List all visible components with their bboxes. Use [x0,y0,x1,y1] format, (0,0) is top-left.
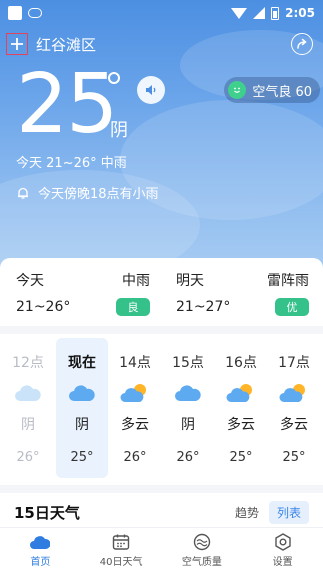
cloud-notification-icon [28,8,42,18]
hour-temperature: 25° [70,450,94,465]
degree-symbol [108,72,120,84]
hourly-item-now: 现在 阴 25° [56,338,108,478]
nav-air-quality[interactable]: 空气质量 [162,528,243,572]
hour-condition: 阴 [181,417,195,433]
partly-cloudy-icon [120,382,150,404]
hour-temperature: 26° [123,450,147,465]
nav-home[interactable]: 首页 [0,528,81,572]
bell-icon [18,187,28,199]
hour-time: 15点 [172,355,204,371]
tab-list[interactable]: 列表 [268,500,309,524]
view-toggle: 趋势 列表 [227,500,309,524]
smile-face-icon [228,81,247,99]
status-time: 2:05 [285,6,315,20]
nav-40-day[interactable]: 40日天气 [81,528,162,572]
hour-condition: 多云 [227,417,255,433]
aq-badge: 良 [116,298,150,316]
top-bar: 红谷滩区 [6,30,313,58]
hour-condition: 多云 [280,417,308,433]
hour-temperature: 26° [16,450,40,465]
partly-cloudy-icon [226,382,256,404]
plus-icon [11,38,23,50]
nav-label: 首页 [30,556,51,568]
section-title: 15日天气 [14,503,80,522]
current-temperature: 25 [16,57,118,152]
nav-label: 40日天气 [99,556,143,568]
share-button[interactable] [291,33,313,55]
forecast-tomorrow[interactable]: 明天 雷阵雨 21~27° 优 [176,268,309,316]
partly-cloudy-icon [279,382,309,404]
hour-time: 14点 [119,355,151,371]
hourly-item: 15点 阴 26° [162,338,214,478]
home-icon [30,535,51,549]
signal-icon [253,7,266,19]
hourly-item: 12点 阴 26° [2,338,54,478]
add-city-button[interactable] [6,33,28,55]
hourly-item: 17点 多云 25° [268,338,320,478]
current-condition: 阴 [110,120,128,141]
hourly-item: 14点 多云 26° [109,338,161,478]
fifteen-day-header: 15日天气 趋势 列表 [0,497,323,527]
nav-label: 设置 [272,556,293,568]
notification-icon [8,6,22,20]
two-day-forecast: 今天 中雨 21~26° 良 明天 雷阵雨 21~27° 优 [0,258,323,328]
nav-settings[interactable]: 设置 [242,528,323,572]
hour-time: 16点 [225,355,257,371]
hour-condition: 阴 [21,417,35,433]
bottom-navigation: 首页 40日天气 空气质量 设置 [0,527,323,572]
calendar-icon [112,534,130,550]
forecast-temps: 21~26° [16,299,71,315]
weather-hero: 2:05 红谷滩区 25 阴 空气良 60 今天 21~26° 中雨 今天傍晚1… [0,0,323,275]
air-quality-label: 空气良 60 [252,84,312,100]
forecast-temps: 21~27° [176,299,231,315]
forecast-day-label: 今天 [16,273,44,289]
hour-time: 17点 [278,355,310,371]
hour-temperature: 25° [282,450,306,465]
hour-condition: 阴 [75,417,89,433]
forecast-weather: 雷阵雨 [267,273,309,289]
air-quality-icon [193,533,211,550]
nav-label: 空气质量 [181,556,222,568]
hour-temperature: 26° [176,450,200,465]
today-summary: 今天 21~26° 中雨 [16,156,127,171]
forecast-day-label: 明天 [176,273,204,289]
hourly-item: 16点 多云 25° [215,338,267,478]
settings-icon [274,532,291,551]
hourly-forecast[interactable]: 12点 阴 26° 现在 阴 25° 14点 多云 26° 15点 阴 26° … [0,338,323,478]
cloud-icon [173,382,203,404]
share-icon [297,38,307,49]
forecast-today[interactable]: 今天 中雨 21~26° 良 [16,268,150,316]
city-name[interactable]: 红谷滩区 [36,34,96,55]
hour-time: 现在 [68,355,96,371]
aq-badge: 优 [275,298,309,316]
battery-icon [271,6,280,20]
status-bar: 2:05 [0,0,323,26]
voice-broadcast-button[interactable] [137,76,165,104]
hour-temperature: 25° [229,450,253,465]
hour-condition: 多云 [121,417,149,433]
wifi-icon [231,7,248,19]
forecast-weather: 中雨 [122,273,150,289]
section-divider [0,485,323,493]
section-divider [0,326,323,334]
rain-alert[interactable]: 今天傍晚18点有小雨 [16,183,159,202]
air-quality-badge[interactable]: 空气良 60 [224,77,320,103]
rain-alert-text: 今天傍晚18点有小雨 [38,187,159,202]
cloud-icon [67,382,97,404]
cloud-icon [13,382,43,404]
speaker-icon [146,85,156,95]
tab-trend[interactable]: 趋势 [227,501,267,524]
hour-time: 12点 [12,355,44,371]
